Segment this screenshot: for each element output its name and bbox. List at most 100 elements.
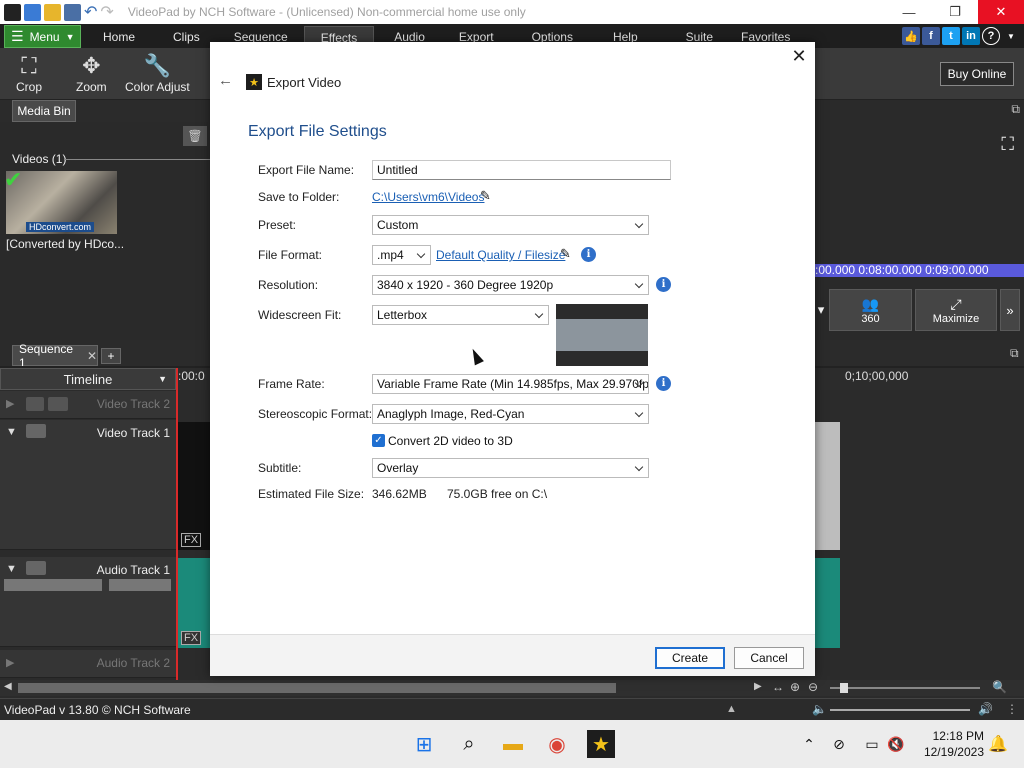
edit-quality-icon[interactable]: ✎	[560, 246, 571, 262]
tab-home[interactable]: Home	[81, 26, 149, 48]
fit-icon[interactable]: ↔	[772, 680, 784, 694]
new-project-icon[interactable]	[24, 3, 41, 21]
video-track-1[interactable]: ▼ Video Track 1	[0, 420, 176, 550]
zoom-slider[interactable]	[830, 687, 980, 689]
cancel-button[interactable]: Cancel	[734, 647, 804, 669]
up-arrow-icon[interactable]: ▲	[726, 703, 737, 715]
fullscreen-icon[interactable]: ⛶	[1001, 134, 1014, 155]
sequence-tab[interactable]: Sequence 1 ✕	[12, 342, 98, 370]
timeline-scrollbar[interactable]: ◀ ▶	[0, 680, 770, 696]
minimize-button[interactable]: —	[886, 0, 932, 24]
more-icon[interactable]: »	[1000, 289, 1020, 331]
convert-3d-label[interactable]: Convert 2D video to 3D	[388, 434, 513, 448]
eye-icon[interactable]	[26, 424, 46, 438]
quality-link[interactable]: Default Quality / Filesize	[436, 248, 565, 262]
file-name-input[interactable]: Untitled	[372, 160, 671, 180]
add-sequence-button[interactable]: +	[101, 348, 121, 364]
frame-rate-select[interactable]: Variable Frame Rate (Min 14.985fps, Max …	[372, 374, 649, 394]
main-menu-button[interactable]: ☰ Menu ▼	[4, 25, 81, 48]
like-icon[interactable]: 👍	[902, 27, 920, 45]
crop-button[interactable]: ⛶ Crop	[15, 52, 43, 94]
pan-slider[interactable]	[109, 579, 171, 591]
collapse-icon[interactable]: ▼	[6, 426, 17, 438]
twitter-icon[interactable]: t	[942, 27, 960, 45]
windows-start-icon[interactable]: ⊞	[410, 730, 438, 758]
format-select[interactable]: .mp4	[372, 245, 431, 265]
resolution-select[interactable]: 3840 x 1920 - 360 Degree 1920p	[372, 275, 649, 295]
format-info-icon[interactable]: i	[581, 247, 596, 262]
help-icon[interactable]: ?	[982, 27, 1000, 45]
convert-3d-checkbox[interactable]: ✓	[372, 434, 385, 447]
save-icon[interactable]	[64, 3, 81, 21]
resolution-info-icon[interactable]: i	[656, 277, 671, 292]
audio-waveform[interactable]: FX	[178, 558, 210, 648]
undo-icon[interactable]: ↶	[84, 2, 97, 22]
facebook-icon[interactable]: f	[922, 27, 940, 45]
preset-select[interactable]: Custom	[372, 215, 649, 235]
back-arrow-icon[interactable]: ←	[218, 72, 233, 89]
zoom-in-icon[interactable]: ⊕	[790, 680, 800, 694]
open-project-icon[interactable]	[44, 3, 61, 21]
close-sequence-icon[interactable]: ✕	[87, 349, 97, 363]
zoom-search-icon[interactable]: 🔍	[992, 680, 1007, 694]
master-volume-slider[interactable]	[830, 709, 970, 711]
subtitle-select[interactable]: Overlay	[372, 458, 649, 478]
dialog-close-icon[interactable]: ✕	[789, 46, 809, 66]
volume-icon[interactable]: 🔈	[812, 702, 827, 716]
menu-dots-icon[interactable]: ⋮	[1006, 702, 1018, 716]
file-explorer-icon[interactable]: ▬	[499, 730, 527, 758]
playhead[interactable]	[176, 368, 178, 680]
video-clip-segment[interactable]: FX	[178, 422, 210, 550]
video-clip-segment[interactable]	[815, 422, 840, 550]
close-button[interactable]: ✕	[978, 0, 1024, 24]
notification-bell-icon[interactable]: 🔔	[984, 730, 1012, 758]
timeline-header[interactable]: Timeline ▼	[0, 368, 176, 390]
float-panel-icon[interactable]: ⧉	[1011, 102, 1020, 117]
video-clip-thumbnail[interactable]: ✔ HDconvert.com	[4, 167, 117, 234]
search-icon[interactable]: ⌕	[455, 730, 483, 758]
edit-folder-icon[interactable]: ✎	[480, 188, 491, 204]
color-adjust-button[interactable]: 🔧 Color Adjust	[125, 52, 190, 94]
media-bin-tab[interactable]: Media Bin	[12, 100, 76, 122]
chevron-up-icon[interactable]: ⌃	[795, 730, 823, 758]
widescreen-select[interactable]: Letterbox	[372, 305, 549, 325]
collapse-icon[interactable]: ▼	[6, 563, 17, 575]
restore-button[interactable]: ❐	[932, 0, 978, 24]
videopad-taskbar-icon[interactable]: ★	[587, 730, 615, 758]
zoom-slider-handle[interactable]	[840, 683, 848, 693]
frame-rate-info-icon[interactable]: i	[656, 376, 671, 391]
video-track-2[interactable]: ▶ Video Track 2	[0, 391, 176, 419]
trash-icon[interactable]: 🗑	[183, 126, 207, 146]
network-icon[interactable]: ⊘	[825, 730, 853, 758]
360-button[interactable]: 👥 360	[829, 289, 912, 331]
clock[interactable]: 12:18 PM 12/19/2023	[924, 728, 984, 760]
float-timeline-icon[interactable]: ⧉	[1010, 346, 1019, 361]
speaker-icon[interactable]	[26, 561, 46, 575]
scrollbar-thumb[interactable]	[18, 683, 616, 693]
scroll-right-icon[interactable]: ▶	[754, 681, 762, 692]
fx-button[interactable]: FX	[181, 533, 202, 547]
folder-link[interactable]: C:\Users\vm6\Videos	[372, 190, 484, 204]
audio-track-2[interactable]: ▶ Audio Track 2	[0, 650, 176, 678]
mute-icon[interactable]: 🔇	[882, 730, 910, 758]
volume-slider[interactable]	[4, 579, 102, 591]
redo-icon[interactable]: ↷	[100, 2, 113, 22]
audio-waveform[interactable]	[815, 558, 840, 648]
maximize-button[interactable]: ⤢ Maximize	[915, 289, 997, 331]
create-button[interactable]: Create	[655, 647, 725, 669]
help-dropdown-icon[interactable]: ▼	[1002, 27, 1020, 45]
preview-dropdown-icon[interactable]: ▾	[815, 289, 827, 331]
buy-online-button[interactable]: Buy Online	[940, 62, 1014, 86]
fx-button[interactable]: FX	[181, 631, 202, 645]
zoom-out-icon[interactable]: ⊖	[808, 680, 818, 694]
eye-icon[interactable]	[26, 397, 44, 411]
speaker-loud-icon[interactable]: 🔊	[978, 702, 993, 716]
people-icon[interactable]	[48, 397, 68, 411]
tab-clips[interactable]: Clips	[149, 26, 218, 48]
chrome-icon[interactable]: ◉	[543, 730, 571, 758]
expand-icon[interactable]: ▶	[6, 656, 14, 669]
zoom-button[interactable]: ✥ Zoom	[76, 52, 107, 94]
stereo-select[interactable]: Anaglyph Image, Red-Cyan	[372, 404, 649, 424]
audio-track-1[interactable]: ▼ Audio Track 1	[0, 557, 176, 647]
linkedin-icon[interactable]: in	[962, 27, 980, 45]
